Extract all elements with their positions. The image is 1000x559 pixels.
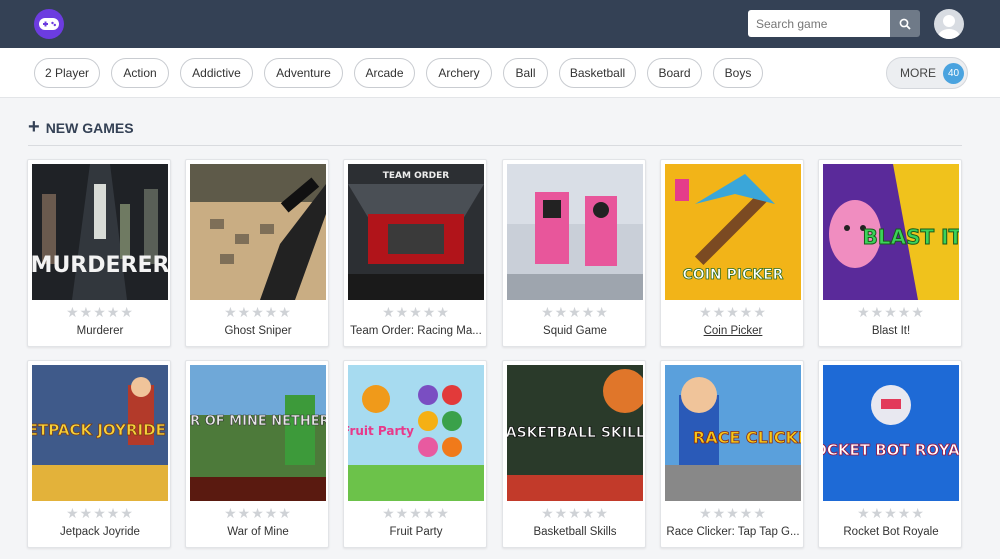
- thumb-title: COIN PICKER: [683, 267, 784, 283]
- rating-stars: ★★★★★: [66, 505, 134, 521]
- category-chip-archery[interactable]: Archery: [426, 58, 492, 88]
- game-title: Fruit Party: [389, 526, 443, 538]
- category-chip-basketball[interactable]: Basketball: [559, 58, 636, 88]
- game-card-ghost-sniper[interactable]: ★★★★★ Ghost Sniper: [185, 159, 329, 347]
- top-navbar: [0, 0, 1000, 48]
- game-card-murderer[interactable]: MURDERER ★★★★★ Murderer: [27, 159, 171, 347]
- game-thumbnail: COIN PICKER: [665, 164, 801, 300]
- game-card-jetpack-joyride[interactable]: JETPACK JOYRIDE ★★★★★ Jetpack Joyride: [27, 360, 171, 548]
- rating-stars: ★★★★★: [382, 505, 450, 521]
- game-title: Jetpack Joyride: [60, 526, 140, 538]
- category-bar: 2 Player Action Addictive Adventure Arca…: [0, 48, 1000, 98]
- game-thumbnail: MURDERER: [32, 164, 168, 300]
- rating-stars: ★★★★★: [541, 505, 609, 521]
- thumb-title: BASKETBALL SKILLS: [507, 425, 643, 441]
- new-games-header: + NEW GAMES: [28, 116, 962, 146]
- game-title: Squid Game: [543, 325, 607, 337]
- more-label: MORE: [900, 66, 936, 80]
- game-card-rocket-bot-royale[interactable]: ROCKET BOT ROYALE ★★★★★ Rocket Bot Royal…: [818, 360, 962, 548]
- search-form: [748, 10, 920, 37]
- game-thumbnail: Fruit Party: [348, 365, 484, 501]
- category-chip-arcade[interactable]: Arcade: [354, 58, 415, 88]
- rating-stars: ★★★★★: [541, 304, 609, 320]
- game-card-team-order[interactable]: TEAM ORDER ★★★★★ Team Order: Racing Ma..…: [343, 159, 487, 347]
- category-chip-adventure[interactable]: Adventure: [264, 58, 343, 88]
- user-avatar[interactable]: [934, 9, 964, 39]
- category-chip-addictive[interactable]: Addictive: [180, 58, 253, 88]
- gamepad-logo-icon[interactable]: [34, 9, 64, 39]
- category-chip-2-player[interactable]: 2 Player: [34, 58, 100, 88]
- thumb-title: JETPACK JOYRIDE: [32, 421, 166, 439]
- game-card-basketball-skills[interactable]: BASKETBALL SKILLS ★★★★★ Basketball Skill…: [502, 360, 646, 548]
- game-title: Race Clicker: Tap Tap G...: [666, 526, 800, 538]
- thumb-title: TEAM ORDER: [383, 171, 450, 181]
- search-input[interactable]: [748, 10, 890, 37]
- game-thumbnail: [190, 164, 326, 300]
- game-thumbnail: ROCKET BOT ROYALE: [823, 365, 959, 501]
- game-title: Blast It!: [871, 325, 911, 337]
- rating-stars: ★★★★★: [699, 304, 767, 320]
- game-title: Murderer: [76, 325, 124, 337]
- game-thumbnail: RACE CLICKER: [665, 365, 801, 501]
- thumb-title: Fruit Party: [348, 424, 414, 438]
- game-title: Rocket Bot Royale: [843, 526, 939, 538]
- search-icon: [899, 18, 911, 30]
- rating-stars: ★★★★★: [224, 304, 292, 320]
- game-thumbnail: WAR OF MINE NETHER: [190, 365, 326, 501]
- game-card-fruit-party[interactable]: Fruit Party ★★★★★ Fruit Party: [343, 360, 487, 548]
- rating-stars: ★★★★★: [224, 505, 292, 521]
- game-thumbnail: BLAST IT!: [823, 164, 959, 300]
- game-title: Basketball Skills: [533, 526, 617, 538]
- category-chip-ball[interactable]: Ball: [503, 58, 548, 88]
- thumb-title: WAR OF MINE NETHER: [190, 414, 326, 429]
- game-card-squid-game[interactable]: ★★★★★ Squid Game: [502, 159, 646, 347]
- category-chip-boys[interactable]: Boys: [713, 58, 763, 88]
- game-thumbnail: TEAM ORDER: [348, 164, 484, 300]
- category-chip-board[interactable]: Board: [647, 58, 702, 88]
- plus-icon: +: [28, 116, 40, 138]
- rating-stars: ★★★★★: [857, 505, 925, 521]
- game-thumbnail: BASKETBALL SKILLS: [507, 365, 643, 501]
- game-title: Ghost Sniper: [224, 325, 292, 337]
- section-title: NEW GAMES: [45, 120, 134, 136]
- game-card-blast-it[interactable]: BLAST IT! ★★★★★ Blast It!: [818, 159, 962, 347]
- category-chip-action[interactable]: Action: [111, 58, 169, 88]
- thumb-title: RACE CLICKER: [693, 428, 801, 447]
- rating-stars: ★★★★★: [857, 304, 925, 320]
- game-thumbnail: JETPACK JOYRIDE: [32, 365, 168, 501]
- search-button[interactable]: [890, 10, 920, 37]
- game-title: War of Mine: [227, 526, 289, 538]
- game-card-war-of-mine[interactable]: WAR OF MINE NETHER ★★★★★ War of Mine: [185, 360, 329, 548]
- game-card-coin-picker[interactable]: COIN PICKER ★★★★★ Coin Picker: [660, 159, 804, 347]
- more-categories-button[interactable]: MORE 40: [886, 57, 968, 89]
- rating-stars: ★★★★★: [66, 304, 134, 320]
- rating-stars: ★★★★★: [382, 304, 450, 320]
- game-title: Coin Picker: [703, 325, 763, 337]
- game-card-race-clicker[interactable]: RACE CLICKER ★★★★★ Race Clicker: Tap Tap…: [660, 360, 804, 548]
- more-count-badge: 40: [943, 63, 964, 84]
- thumb-title: MURDERER: [32, 253, 168, 278]
- rating-stars: ★★★★★: [699, 505, 767, 521]
- game-title: Team Order: Racing Ma...: [350, 325, 482, 337]
- user-icon: [938, 15, 960, 39]
- thumb-title: ROCKET BOT ROYALE: [823, 441, 959, 459]
- thumb-title: BLAST IT!: [863, 225, 959, 249]
- game-thumbnail: [507, 164, 643, 300]
